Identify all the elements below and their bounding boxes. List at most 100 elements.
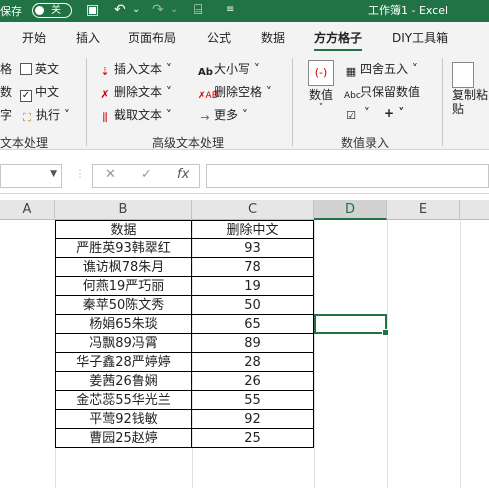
table-cell[interactable]: 姜茜26鲁娴 (55, 372, 192, 391)
autosave-label: 保存 (0, 5, 22, 18)
more-button[interactable]: → 更多 ˅ (198, 106, 247, 125)
tab-insert[interactable]: 插入 (76, 29, 100, 46)
formula-input[interactable] (206, 164, 489, 188)
col-header-e[interactable]: E (387, 200, 460, 220)
col-header-d[interactable]: D (314, 200, 387, 220)
keep-value-icon: Abc (344, 91, 361, 101)
extract-text-label: 截取文本 (114, 108, 163, 122)
table-header-cell[interactable]: 数据 (55, 220, 192, 239)
table-cell[interactable]: 19 (192, 277, 314, 296)
format-painter-icon[interactable]: ⌸ (194, 0, 202, 20)
delete-text-button[interactable]: ✗ 删除文本 ˅ (98, 83, 171, 102)
table-cell[interactable]: 55 (192, 391, 314, 410)
chinese-checkbox-item[interactable]: ✓ 中文 (20, 83, 59, 102)
table-cell[interactable]: 93 (192, 239, 314, 258)
table-cell[interactable]: 曹园25赵婷 (55, 429, 192, 448)
col-header-c[interactable]: C (192, 200, 314, 220)
insert-text-icon: ⇣ (100, 65, 110, 78)
value-icon: (-) (308, 60, 334, 86)
tab-formulas[interactable]: 公式 (207, 29, 231, 46)
english-checkbox[interactable] (20, 63, 32, 75)
left-stub-2[interactable]: 数 (0, 83, 12, 100)
undo-icon[interactable]: ↶ (114, 0, 126, 20)
extract-text-button[interactable]: ⫼ 截取文本 ˅ (98, 106, 171, 125)
table-cell[interactable]: 26 (192, 372, 314, 391)
formula-bar: ▼ ⋮ ✕ ✓ fx (0, 158, 489, 194)
table-cell[interactable]: 92 (192, 410, 314, 429)
english-checkbox-item[interactable]: 英文 (20, 60, 59, 77)
ribbon: 格 数 字 英文 ✓ 中文 ⛶ 执行 ˅ 文本处理 ⇣ 插入文本 ˅ ✗ 删除文本 ˅ … (0, 52, 489, 150)
redo-dropdown-icon[interactable]: ⌄ (170, 0, 178, 20)
table-cell[interactable]: 金芯蕊55华光兰 (55, 391, 192, 410)
paste-label: 复制粘贴 (452, 88, 489, 116)
customize-toolbar-icon[interactable]: ≡ (226, 0, 234, 20)
table-cell[interactable]: 华子鑫28严婷婷 (55, 353, 192, 372)
insert-function-button[interactable]: fx (177, 167, 189, 182)
insert-text-label: 插入文本 (114, 62, 163, 76)
case-icon: Ab (198, 67, 213, 78)
table-cell[interactable]: 50 (192, 296, 314, 315)
selected-cell[interactable] (314, 314, 389, 336)
grid-line (387, 220, 388, 488)
toggle-state-label: 关 (51, 5, 61, 16)
group-divider (292, 58, 293, 146)
save-icon[interactable]: ▣ (86, 0, 99, 20)
table-cell[interactable]: 杨娟65朱琰 (55, 315, 192, 334)
table-cell[interactable]: 严胜英93韩翠红 (55, 239, 192, 258)
execute-label: 执行 (36, 108, 61, 122)
round-icon: ▦ (345, 65, 357, 78)
tab-home[interactable]: 开始 (22, 29, 46, 46)
autosave-toggle[interactable]: 关 (32, 3, 72, 18)
window-title: 工作簿1 - Excel (368, 4, 449, 17)
table-cell[interactable]: 28 (192, 353, 314, 372)
tab-data[interactable]: 数据 (261, 29, 285, 46)
group-divider (442, 58, 443, 146)
tab-diy-toolbox[interactable]: DIY工具箱 (392, 29, 448, 46)
left-stub-3[interactable]: 字 (0, 106, 12, 123)
table-cell[interactable]: 何燕19严巧丽 (55, 277, 192, 296)
value-dropdown-icon: ˅ (318, 103, 324, 113)
table-header-cell[interactable]: 删除中文 (192, 220, 314, 239)
table-cell[interactable]: 冯飘89冯霄 (55, 334, 192, 353)
delete-space-button[interactable]: ✗AB删除空格 ˅ (198, 83, 272, 103)
name-box[interactable]: ▼ (0, 164, 62, 188)
cancel-icon[interactable]: ✕ (105, 167, 116, 182)
chinese-label: 中文 (35, 85, 60, 99)
clipboard-icon (452, 62, 474, 88)
confirm-icon[interactable]: ✓ (141, 167, 152, 182)
value-misc-button[interactable]: ☑ ˅ (344, 106, 370, 123)
paste-button[interactable]: 复制粘贴 (452, 62, 489, 116)
insert-text-button[interactable]: ⇣ 插入文本 ˅ (98, 60, 171, 79)
case-button[interactable]: Ab大小写 ˅ (198, 60, 260, 80)
keep-value-button[interactable]: Abc只保留数值 (344, 83, 420, 103)
toggle-knob (35, 6, 44, 15)
col-header-b[interactable]: B (55, 200, 192, 220)
round-button[interactable]: ▦ 四舍五入 ˅ (344, 60, 418, 79)
delete-space-icon: ✗AB (198, 91, 218, 101)
chevron-down-icon[interactable]: ▼ (50, 169, 57, 179)
table-cell[interactable]: 25 (192, 429, 314, 448)
table-cell[interactable]: 89 (192, 334, 314, 353)
value-label: 数值 (308, 88, 333, 102)
value-button[interactable]: (-) 数值 ˅ (304, 60, 338, 113)
table-cell[interactable]: 秦苹50陈文秀 (55, 296, 192, 315)
english-label: 英文 (35, 62, 60, 76)
table-cell[interactable]: 谯访枫78朱月 (55, 258, 192, 277)
col-header-a[interactable]: A (0, 200, 55, 220)
execute-button[interactable]: ⛶ 执行 ˅ (20, 106, 70, 125)
text-group-label: 高级文本处理 (152, 136, 225, 150)
table-cell[interactable]: 平莺92钱敏 (55, 410, 192, 429)
grid-line (460, 220, 461, 488)
redo-icon[interactable]: ↷ (152, 0, 164, 20)
undo-dropdown-icon[interactable]: ⌄ (132, 0, 140, 20)
formula-buttons: ✕ ✓ fx (92, 164, 200, 188)
left-stub-1[interactable]: 格 (0, 60, 12, 77)
tab-fangfang[interactable]: 方方格子 (314, 29, 363, 51)
table-cell[interactable]: 78 (192, 258, 314, 277)
tab-page-layout[interactable]: 页面布局 (128, 29, 176, 46)
text-group-label-stub: 文本处理 (0, 136, 49, 150)
table-cell[interactable]: 65 (192, 315, 314, 334)
plus-button[interactable]: + ˅ (384, 106, 404, 120)
chinese-checkbox[interactable]: ✓ (20, 90, 32, 102)
extract-text-icon: ⫼ (102, 111, 108, 124)
